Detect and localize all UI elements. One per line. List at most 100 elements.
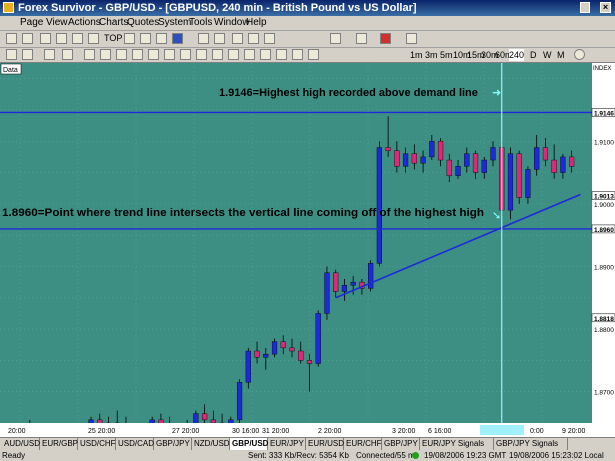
candle-up [464,153,470,167]
text-tool-icon[interactable] [212,49,223,60]
tab-eur-jpy-signals[interactable]: EUR/JPY Signals [420,438,494,450]
candle-up [534,147,540,170]
candle-down [411,153,417,164]
add-icon[interactable] [62,49,73,60]
drawing-toolbar: 1m 3m 5m 10m 15m 30m 60m 240 D W M [0,48,615,63]
tab-gbp-jpy[interactable]: GBP/JPY [154,438,192,450]
menu-bar: Page View Actions Charts Quotes System T… [0,16,615,31]
menu-quotes[interactable]: Quotes [127,16,159,30]
time-tick-label: 3 20:00 [392,428,415,435]
main-toolbar: TOP [0,31,615,48]
menu-page[interactable]: Page [20,16,43,30]
price-tick-label: 1.9100 [594,139,614,146]
tab-eur-gbp[interactable]: EUR/GBP [40,438,78,450]
time-tick-label: 31 20:00 [262,428,289,435]
minimize-button[interactable] [580,2,590,13]
tab-gbp-jpy-signals[interactable]: GBP/JPY Signals [494,438,568,450]
clipboard-icon[interactable] [356,33,367,44]
period-monthly[interactable]: M [557,49,565,61]
tab-eur-chf[interactable]: EUR/CHF [344,438,382,450]
rect-tool-icon[interactable] [228,49,239,60]
page-icon[interactable] [330,33,341,44]
tf-5m[interactable]: 5m [440,49,453,61]
candle-up [271,341,278,355]
tab-aud-usd[interactable]: AUD/USD [2,438,40,450]
gann-tool-icon[interactable] [260,49,271,60]
ray-tool-icon[interactable] [116,49,127,60]
arrow-tool-icon[interactable] [148,49,159,60]
crosshair-icon[interactable] [6,49,17,60]
plus-icon[interactable] [44,49,55,60]
title-bar: Forex Survivor - GBP/USD - [GBPUSD, 240 … [0,0,615,16]
chart-icon[interactable] [72,33,83,44]
grid-icon[interactable] [40,33,51,44]
ellipse-tool-icon[interactable] [244,49,255,60]
stop-icon[interactable] [380,33,391,44]
channel-tool-icon[interactable] [132,49,143,60]
refresh-icon[interactable] [140,33,151,44]
tf-240[interactable]: 240 [509,49,525,61]
candle-down [254,350,260,358]
hline-tool-icon[interactable] [180,49,191,60]
price-tick-label: 1.8700 [594,390,614,397]
document-icon[interactable] [406,33,417,44]
copy-icon[interactable] [248,33,259,44]
paste-icon[interactable] [264,33,275,44]
period-daily[interactable]: D [530,49,537,61]
redo-icon[interactable] [214,33,225,44]
time-tick-label: 20:00 [8,428,26,435]
candle-down [437,141,444,161]
candle-up [368,263,374,289]
tab-gbp-jpy[interactable]: GBP/JPY [382,438,420,450]
status-traffic: Sent: 333 Kb/Recv: 5354 Kb [248,451,349,460]
settings-icon[interactable] [156,33,167,44]
clock-icon[interactable] [574,49,585,60]
fib-tool-icon[interactable] [164,49,175,60]
menu-view[interactable]: View [46,16,68,30]
tab-usd-cad[interactable]: USD/CAD [116,438,154,450]
time-tick-label: 2 20:00 [318,428,341,435]
candle-down [210,419,216,424]
close-button[interactable]: × [600,2,611,13]
blue-square-icon[interactable] [172,33,183,44]
candle-down [569,156,575,167]
top-button[interactable]: TOP [104,32,122,44]
cursor-icon[interactable] [84,49,95,60]
menu-charts[interactable]: Charts [99,16,128,30]
candle-up [490,147,496,161]
zoom-icon[interactable] [22,49,33,60]
print-icon[interactable] [22,33,33,44]
tab-nzd-usd[interactable]: NZD/USD [192,438,230,450]
menu-help[interactable]: Help [246,16,267,30]
candle-down [542,147,549,161]
regression-tool-icon[interactable] [308,49,319,60]
cut-icon[interactable] [232,33,243,44]
time-tick-label: 0:00 [530,428,544,435]
menu-system[interactable]: System [158,16,191,30]
price-highlight-label: 1.9013 [594,194,614,201]
pitchfork-tool-icon[interactable] [276,49,287,60]
new-page-icon[interactable] [6,33,17,44]
period-weekly[interactable]: W [543,49,552,61]
menu-actions[interactable]: Actions [68,16,101,30]
vline-tool-icon[interactable] [196,49,207,60]
line-tool-icon[interactable] [100,49,111,60]
table-icon[interactable] [56,33,67,44]
price-chart[interactable]: 1.9100 1.9000 1.8900 1.8800 1.8700 1.9146 1.90… [0,63,615,461]
list-icon[interactable] [88,33,99,44]
chart-panel[interactable]: 1.9100 1.9000 1.8900 1.8800 1.8700 1.9146 1.90… [0,63,615,461]
tf-3m[interactable]: 3m [425,49,438,61]
status-gmt-time: 19/08/2006 19:23 GMT [424,451,507,460]
tf-1m[interactable]: 1m [410,49,423,61]
tab-gbp-usd[interactable]: GBP/USD [230,438,268,450]
tab-eur-usd[interactable]: EUR/USD [306,438,344,450]
tab-eur-jpy[interactable]: EUR/JPY [268,438,306,450]
undo-icon[interactable] [198,33,209,44]
menu-tools[interactable]: Tools [189,16,212,30]
cycle-tool-icon[interactable] [292,49,303,60]
eye-icon[interactable] [124,33,135,44]
candle-up [420,156,426,164]
candle-up [350,281,356,286]
menu-window[interactable]: Window [214,16,250,30]
tab-usd-chf[interactable]: USD/CHF [78,438,116,450]
